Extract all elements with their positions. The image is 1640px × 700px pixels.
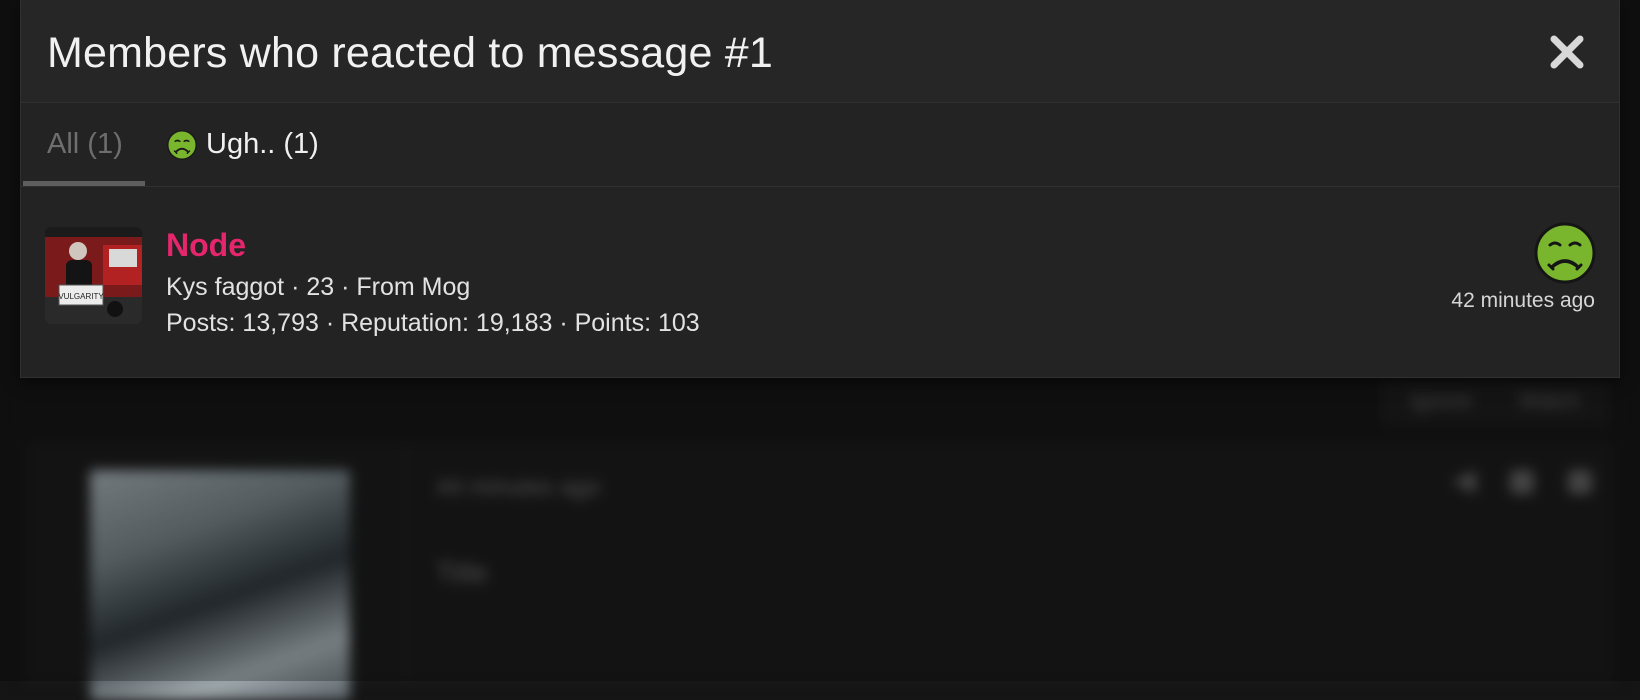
reactions-modal: Members who reacted to message #1 All (1…: [20, 0, 1620, 378]
list-item: VULGARITY Node Kys faggot · 23 · From Mo…: [21, 187, 1619, 377]
tab-all[interactable]: All (1): [23, 103, 145, 186]
reaction-timestamp: 42 minutes ago: [1451, 289, 1595, 312]
modal-title: Members who reacted to message #1: [47, 29, 774, 77]
close-icon: [1550, 35, 1584, 69]
reaction-tabs: All (1) Ugh.. (1): [21, 103, 1619, 187]
tab-ugh-label: Ugh.. (1): [206, 128, 319, 160]
nauseated-face-icon: [167, 129, 197, 160]
avatar-image: VULGARITY: [45, 227, 142, 324]
member-stats: Posts: 13,793 · Reputation: 19,183 · Poi…: [166, 309, 700, 337]
tab-ugh[interactable]: Ugh.. (1): [167, 103, 319, 186]
close-button[interactable]: [1549, 34, 1585, 70]
nauseated-face-icon: [1534, 222, 1596, 284]
avatar[interactable]: VULGARITY: [45, 227, 142, 324]
tab-all-label: All (1): [47, 128, 123, 160]
modal-header: Members who reacted to message #1: [21, 0, 1619, 103]
avatar-sign-text: VULGARITY: [58, 292, 104, 301]
username-link[interactable]: Node: [166, 227, 246, 263]
member-info: Kys faggot · 23 · From Mog: [166, 273, 471, 301]
